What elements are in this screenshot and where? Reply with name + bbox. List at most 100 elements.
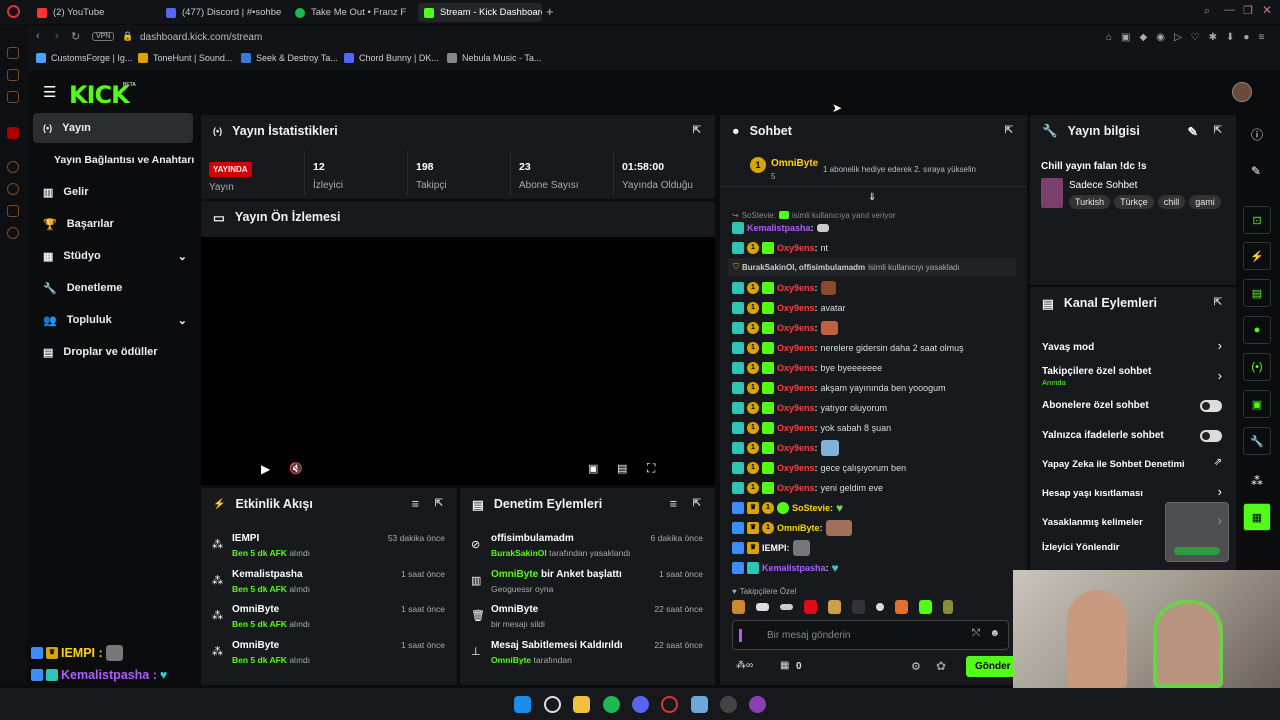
bookmark-item[interactable]: Seek & Destroy Ta... [241,53,338,63]
fullscreen-icon[interactable]: ⛶ [647,461,655,476]
app-icon[interactable] [749,696,766,713]
chat-username[interactable]: Oxy9ens: [777,443,818,453]
sidebar-app-icon[interactable] [7,205,19,217]
tag[interactable]: Turkish [1069,195,1111,209]
emote-icon[interactable] [804,600,817,614]
obs-icon[interactable] [720,696,737,713]
emote-icon[interactable] [919,600,932,614]
chat-message[interactable]: 1 Oxy9ens: yok sabah 8 şuan [732,419,891,437]
chat-username[interactable]: Oxy9ens: [777,363,818,373]
channel-points-icon[interactable]: ⁂∞ [736,660,753,671]
chat-message[interactable]: 1 Oxy9ens: bye byeeeeeee [732,359,882,377]
chat-username[interactable]: Kemalistpasha: [747,223,814,233]
heart-icon[interactable]: ♡ [1191,32,1200,43]
sidebar-app-icon[interactable] [7,91,19,103]
extensions-icon[interactable]: ✱ [1209,32,1217,43]
reload-icon[interactable]: ↻ [71,30,80,43]
profile-icon[interactable]: ● [1243,32,1249,43]
new-tab-button[interactable]: + [546,4,554,19]
bookmark-item[interactable]: ToneHunt | Sound... [138,53,232,63]
emoji-icon[interactable]: ☻ [989,628,1000,639]
emote-icon[interactable] [943,600,953,614]
bookmark-icon[interactable]: ⌂ [1106,32,1112,43]
nav-item-basarilar[interactable]: 🏆 Başarılar [33,209,193,239]
nav-item-yayin[interactable]: (•) Yayın [33,113,193,143]
bookmark-item[interactable]: Chord Bunny | DK... [344,53,439,63]
chat-message[interactable]: 1 Oxy9ens: [732,319,838,337]
player-icon[interactable]: ▷ [1174,32,1182,43]
chat-username[interactable]: OmniByte: [777,523,823,533]
close-icon[interactable]: ✕ [1262,3,1272,17]
chat-username[interactable]: Oxy9ens: [777,463,818,473]
discord-icon[interactable] [632,696,649,713]
chat-username[interactable]: Oxy9ens: [777,423,818,433]
camera-icon[interactable]: ◉ [1156,32,1165,43]
quick-action-button[interactable]: ▦ [1243,503,1271,531]
maximize-icon[interactable]: ❐ [1243,4,1253,17]
quick-action-button[interactable]: ⚡ [1243,242,1271,270]
chat-message[interactable]: ♛ 1 SoStevie: ♥ [732,499,843,517]
nav-item-studyo[interactable]: ▦ Stüdyo ⌄ [33,241,193,271]
chat-leaderboard[interactable]: 1 OmniByte 5 1 abonelik hediye ederek 2.… [720,151,1027,187]
chat-username[interactable]: Kemalistpasha: [762,563,829,573]
app-icon[interactable] [691,696,708,713]
tag[interactable]: chill [1157,195,1186,209]
file-explorer-icon[interactable] [573,696,590,713]
chat-username[interactable]: IEMPI: [762,543,790,553]
chat-message[interactable]: Kemalistpasha: ♥ [732,559,839,577]
chat-message[interactable]: 1 Oxy9ens: [732,279,836,297]
menu-icon[interactable]: ≡ [1258,32,1264,43]
scroll-down-icon[interactable]: ⇓ [868,192,876,203]
tag[interactable]: Türkçe [1114,195,1154,209]
emotes-only-toggle[interactable] [1200,430,1222,442]
subscribers-only-toggle[interactable] [1200,400,1222,412]
chat-username[interactable]: Oxy9ens: [777,303,818,313]
minimize-icon[interactable]: — [1224,4,1235,16]
browser-tab[interactable]: (2) YouTube [31,3,156,22]
gift-icon[interactable]: ▦ [780,660,789,671]
avatar[interactable] [1232,82,1252,102]
sidebar-app-icon[interactable] [7,69,19,81]
tag[interactable]: gami [1189,195,1221,209]
chat-message[interactable]: ♛ IEMPI: [732,539,810,557]
chat-message[interactable]: 1 Oxy9ens: nerelere gidersin daha 2 saat o… [732,339,964,357]
mute-icon[interactable]: 🔇 [289,462,303,475]
translate-icon[interactable]: ⤲ [972,628,980,639]
popout-icon[interactable]: ⇱ [1005,125,1013,136]
chat-username[interactable]: Oxy9ens: [777,283,818,293]
sidebar-app-icon[interactable] [7,183,19,195]
filter-icon[interactable]: ≡ [670,497,677,511]
chat-input[interactable]: Bir mesaj gönderin ⤲ ☻ [732,620,1009,650]
chat-message[interactable]: 1 Oxy9ens: yatıyor oluyorum [732,399,887,417]
sidebar-app-icon[interactable] [7,227,19,239]
stream-preview-player[interactable]: ▶ 🔇 ▣ ▤ ⛶ [201,237,715,485]
quick-action-button[interactable]: ▣ [1243,390,1271,418]
forward-icon[interactable]: › [55,30,59,42]
emote-icon[interactable] [780,604,793,610]
quick-action-button[interactable]: ▤ [1243,279,1271,307]
bookmark-item[interactable]: Nebula Music - Ta... [447,53,541,63]
spotify-icon[interactable] [603,696,620,713]
chat-username[interactable]: Oxy9ens: [777,483,818,493]
info-icon[interactable]: ⓘ [1251,126,1263,143]
miniplayer-icon[interactable]: ▣ [588,462,598,475]
nav-item-stream-key[interactable]: Yayın Bağlantısı ve Anahtarı [33,145,205,175]
send-button[interactable]: Gönder [966,656,1020,677]
shield-icon[interactable]: ◆ [1140,32,1148,43]
chat-message[interactable]: 1 Oxy9ens: avatar [732,299,846,317]
category-name[interactable]: Sadece Sohbet [1069,180,1137,191]
browser-tab[interactable]: Take Me Out • Franz F [289,3,414,22]
url-text[interactable]: dashboard.kick.com/stream [140,32,262,43]
chat-username[interactable]: Oxy9ens: [777,243,818,253]
quick-action-button[interactable]: (•) [1243,353,1271,381]
vpn-badge[interactable]: VPN [92,32,115,41]
settings-icon[interactable]: ⚙ [911,660,921,673]
theatre-icon[interactable]: ▤ [617,462,627,475]
quick-action-button[interactable]: 🔧 [1243,427,1271,455]
popout-icon[interactable]: ⇱ [1214,125,1222,136]
kick-logo[interactable]: KICK [69,81,130,109]
chat-message[interactable]: 1 Oxy9ens: gece çalışıyorum ben [732,459,906,477]
browser-tab[interactable]: (477) Discord | #•sohbe [160,3,285,22]
chat-message[interactable]: 1 Oxy9ens: akşam yayınında ben yooogum [732,379,946,397]
search-icon[interactable]: ⌕ [1204,5,1210,18]
